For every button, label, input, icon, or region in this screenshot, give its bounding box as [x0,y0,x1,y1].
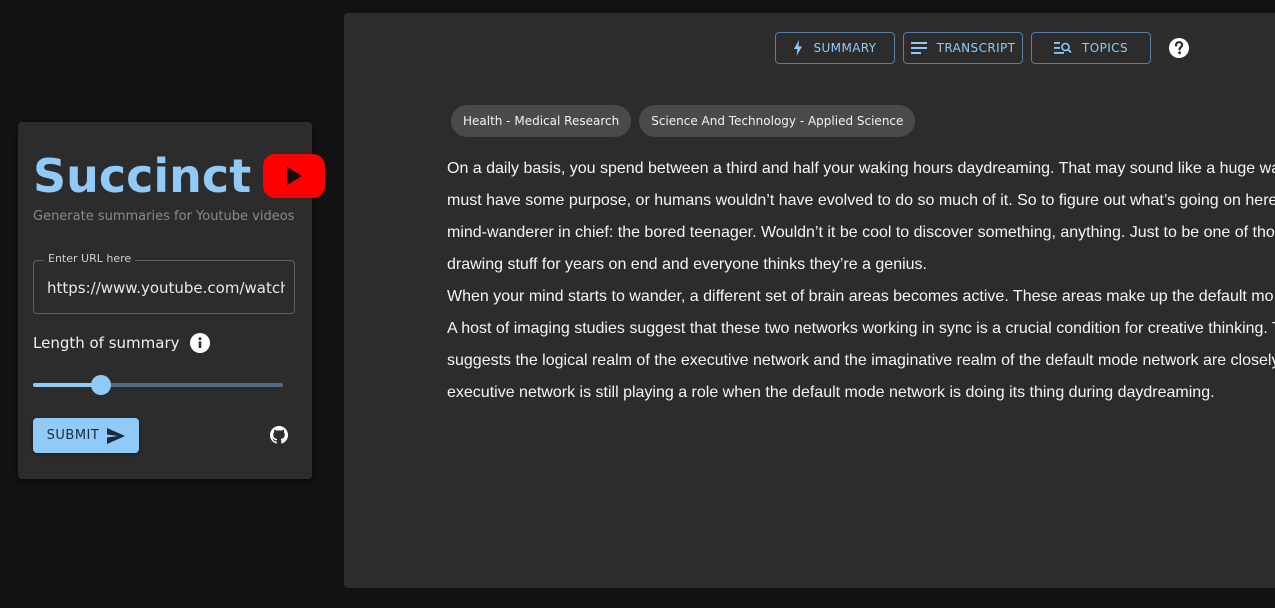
url-field[interactable]: Enter URL here [33,252,295,314]
transcript-line: suggests the logical realm of the execut… [447,352,1275,369]
tab-summary-label: SUMMARY [813,41,877,55]
brand-name: Succinct [33,149,252,203]
transcript-line: mind-wanderer in chief: the bored teenag… [447,224,1275,241]
transcript-line: executive network is still playing a rol… [447,384,1215,401]
sidebar-panel: Succinct Generate summaries for Youtube … [18,122,326,479]
url-field-label: Enter URL here [44,252,136,265]
tab-transcript-label: TRANSCRIPT [936,41,1016,55]
slider-thumb[interactable] [90,375,111,395]
transcript-line: drawing stuff for years on end and every… [447,256,927,273]
topic-chip[interactable]: Health - Medical Research [451,105,632,137]
main-panel: SUMMARY TRANSCRIPT TOPICS Health - Medic… [344,13,1275,588]
submit-button[interactable]: SUBMIT [33,418,139,453]
lines-icon [910,42,927,54]
length-label: Length of summary [33,334,180,352]
info-icon[interactable] [189,333,210,353]
topic-chips: Health - Medical Research Science And Te… [451,105,923,137]
help-icon[interactable] [1169,38,1189,58]
transcript-text: On a daily basis, you spend between a th… [447,153,1275,409]
tab-transcript[interactable]: TRANSCRIPT [903,32,1023,64]
transcript-line: must have some purpose, or humans wouldn… [447,192,1275,209]
length-slider[interactable] [33,375,283,395]
length-row: Length of summary [33,333,210,353]
tab-summary[interactable]: SUMMARY [775,32,895,64]
topic-chip[interactable]: Science And Technology - Applied Science [639,105,916,137]
transcript-line: On a daily basis, you spend between a th… [447,160,1275,177]
send-icon [107,427,126,444]
brand: Succinct [33,148,326,204]
youtube-logo-icon [263,154,326,198]
tagline: Generate summaries for Youtube videos [33,209,295,224]
url-input[interactable] [47,275,285,301]
tab-topics[interactable]: TOPICS [1031,32,1151,64]
github-icon[interactable] [270,426,288,444]
transcript-line: When your mind starts to wander, a diffe… [447,288,1274,305]
submit-label: SUBMIT [46,428,100,443]
list-search-icon [1054,42,1072,54]
transcript-line: A host of imaging studies suggest that t… [447,320,1275,337]
bolt-icon [794,40,803,56]
tab-topics-label: TOPICS [1082,41,1128,55]
